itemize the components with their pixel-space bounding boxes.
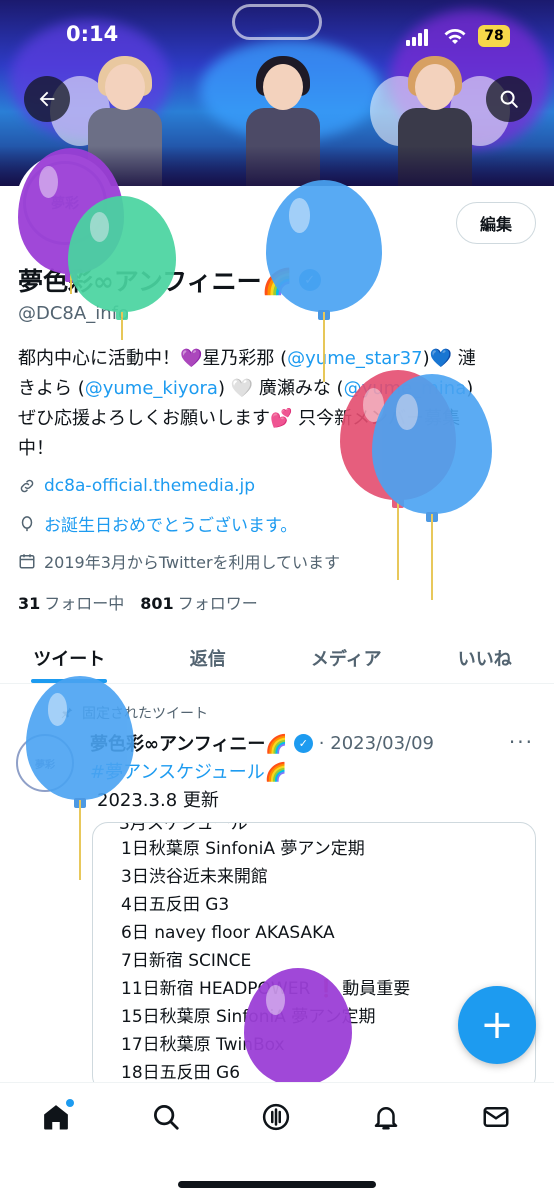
link-icon bbox=[20, 479, 34, 493]
back-button[interactable] bbox=[24, 76, 70, 122]
nav-search[interactable] bbox=[148, 1099, 184, 1135]
wifi-icon bbox=[444, 29, 466, 44]
nav-messages[interactable] bbox=[478, 1099, 514, 1135]
schedule-item: 6日 navey floor AKASAKA bbox=[121, 923, 335, 943]
spaces-icon bbox=[262, 1103, 290, 1131]
search-icon bbox=[154, 1105, 179, 1130]
calendar-icon bbox=[19, 554, 35, 569]
home-icon bbox=[44, 1105, 68, 1130]
birthday-balloon bbox=[244, 968, 352, 1094]
tab-tweets[interactable]: ツイート bbox=[0, 632, 139, 683]
home-indicator[interactable] bbox=[178, 1181, 376, 1188]
nav-home[interactable] bbox=[38, 1099, 74, 1135]
status-bar: 0:14 78 bbox=[0, 22, 554, 52]
more-icon[interactable]: ··· bbox=[509, 730, 534, 754]
compose-tweet-button[interactable]: + bbox=[458, 986, 536, 1064]
joined-text: 2019年3月からTwitterを利用しています bbox=[44, 553, 341, 572]
birthday-balloon bbox=[266, 180, 382, 382]
tweet-text: 2023.3.8 更新 bbox=[97, 790, 219, 811]
tab-replies[interactable]: 返信 bbox=[139, 632, 278, 683]
schedule-title: 3月スケジュール bbox=[119, 822, 248, 834]
tweet-date[interactable]: · 2023/03/09 bbox=[319, 733, 434, 754]
profile-birthday: お誕生日おめでとうございます。 bbox=[18, 511, 297, 536]
status-time: 0:14 bbox=[66, 22, 119, 46]
tweet-header: 夢色彩∞アンフィニー🌈 ✓ · 2023/03/09 bbox=[90, 730, 434, 756]
mention-link[interactable]: @yume_kiyora bbox=[85, 378, 218, 399]
edit-profile-button[interactable]: 編集 bbox=[456, 202, 536, 244]
schedule-item: 1日秋葉原 SinfoniA 夢アン定期 bbox=[121, 839, 365, 859]
profile-joined: 2019年3月からTwitterを利用しています bbox=[18, 549, 340, 573]
following-link[interactable]: 31 フォロー中 bbox=[18, 590, 124, 614]
birthday-text: お誕生日おめでとうございます。 bbox=[44, 516, 298, 536]
notification-dot bbox=[66, 1099, 74, 1107]
nav-notifications[interactable] bbox=[368, 1099, 404, 1135]
followers-link[interactable]: 801 フォロワー bbox=[140, 590, 257, 614]
mail-icon bbox=[483, 1107, 509, 1127]
signal-icon bbox=[406, 28, 432, 46]
search-button[interactable] bbox=[486, 76, 532, 122]
verified-badge-icon: ✓ bbox=[293, 733, 313, 753]
tab-likes[interactable]: いいね bbox=[416, 632, 554, 683]
follow-stats: 31 フォロー中 801 フォロワー bbox=[18, 590, 258, 614]
birthday-balloon bbox=[68, 196, 176, 340]
schedule-item: 3日渋谷近未来開館 bbox=[121, 867, 268, 887]
schedule-item: 7日新宿 SCINCE bbox=[121, 951, 252, 971]
mention-link[interactable]: @yume_star37 bbox=[287, 348, 422, 369]
nav-spaces[interactable] bbox=[258, 1099, 294, 1135]
tab-media[interactable]: メディア bbox=[277, 632, 416, 683]
schedule-item: 4日五反田 G3 bbox=[121, 895, 230, 915]
balloon-icon bbox=[21, 515, 33, 531]
bell-icon bbox=[374, 1107, 398, 1130]
search-icon bbox=[500, 90, 518, 108]
website-link[interactable]: dc8a-official.themedia.jp bbox=[44, 476, 255, 496]
battery-indicator: 78 bbox=[478, 25, 510, 47]
profile-website[interactable]: dc8a-official.themedia.jp bbox=[18, 476, 255, 496]
birthday-balloon bbox=[26, 676, 134, 880]
back-arrow-icon bbox=[39, 91, 55, 107]
